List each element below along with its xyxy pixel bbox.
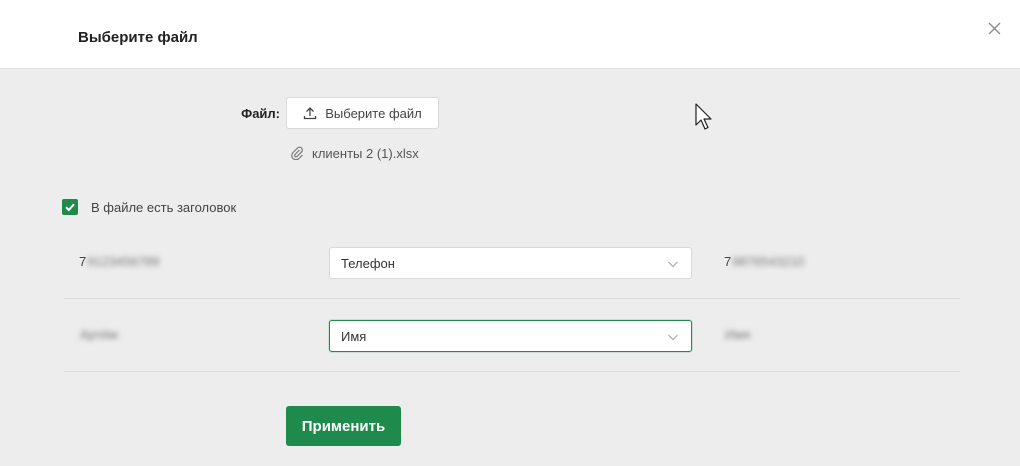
sample-value-redacted: Артём (80, 327, 118, 342)
upload-icon (304, 107, 317, 120)
sample-value: Артём (79, 327, 118, 342)
file-label: Файл: (241, 106, 280, 121)
sample-value-redacted: 9123456789 (87, 254, 160, 269)
chevron-down-icon (668, 334, 678, 341)
choose-file-label: Выберите файл (325, 105, 422, 121)
field-select-value: Телефон (341, 255, 395, 271)
close-button[interactable] (985, 19, 1005, 39)
dialog-header: Выберите файл (0, 0, 1020, 69)
paperclip-icon (291, 146, 303, 160)
has-header-option[interactable]: В файле есть заголовок (62, 199, 236, 215)
apply-button[interactable]: Применить (286, 406, 401, 446)
has-header-checkbox[interactable] (62, 199, 78, 215)
close-icon (988, 22, 1001, 35)
chevron-down-icon (668, 261, 678, 268)
attached-file[interactable]: клиенты 2 (1).xlsx (290, 145, 419, 161)
field-select[interactable]: Имя (329, 320, 692, 352)
sample-value: 7 9123456789 (79, 254, 160, 269)
has-header-label: В файле есть заголовок (91, 199, 237, 215)
field-select[interactable]: Телефон (329, 247, 692, 279)
choose-file-button[interactable]: Выберите файл (286, 97, 439, 129)
mouse-cursor-icon (695, 103, 712, 130)
second-sample-prefix: 7 (724, 254, 732, 269)
dialog-title: Выберите файл (78, 29, 198, 46)
field-select-value: Имя (341, 328, 367, 344)
second-sample-value: Имя (724, 327, 750, 342)
second-sample-redacted: 9876543210 (732, 254, 805, 269)
checkmark-icon (65, 203, 75, 212)
mapping-row: Артём Имя Имя (64, 299, 960, 372)
second-sample-value: 7 9876543210 (724, 254, 805, 269)
mapping-row: 7 9123456789 Телефон 7 9876543210 (64, 226, 960, 299)
sample-value-prefix: 7 (79, 254, 87, 269)
attached-file-name: клиенты 2 (1).xlsx (312, 145, 419, 161)
second-sample-redacted: Имя (725, 327, 751, 342)
